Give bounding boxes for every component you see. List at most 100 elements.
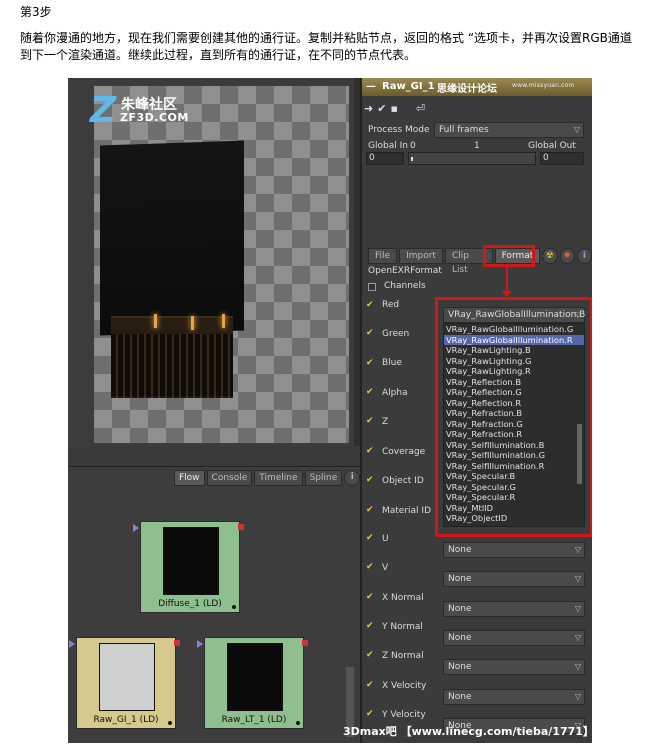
dropdown-value: None <box>448 633 472 643</box>
check-icon[interactable]: ✔ <box>366 621 374 631</box>
channel-dropdown[interactable]: None ▽ <box>443 689 585 705</box>
node-label: Diffuse_1 (LD) <box>158 599 222 609</box>
channel-label: Material ID <box>382 506 432 516</box>
channel-label: Coverage <box>382 447 426 457</box>
channel-label: Y Velocity <box>382 710 426 720</box>
check-icon[interactable]: ✔ <box>366 592 374 602</box>
dropdown-highlight <box>435 297 592 537</box>
info-icon[interactable]: i <box>576 248 592 264</box>
panel-toolbar: ➜ ✔ ▪ ⏎ <box>364 98 425 118</box>
global-range-slider[interactable] <box>408 152 536 165</box>
input-port-icon[interactable] <box>133 524 139 532</box>
channel-label: Green <box>382 329 410 339</box>
channel-label: X Velocity <box>382 681 427 691</box>
tab-import[interactable]: Import <box>399 248 443 264</box>
node-raw-gi[interactable]: Raw_GI_1 (LD) <box>69 637 180 729</box>
tab-spline[interactable]: Spline <box>304 470 343 486</box>
input-port-icon[interactable] <box>69 640 75 648</box>
node-label: Raw_LT_1 (LD) <box>221 715 287 725</box>
check-icon[interactable]: ✔ <box>366 709 374 719</box>
tab-timeline[interactable]: Timeline <box>254 470 303 486</box>
dropdown-arrow-icon: ▽ <box>574 574 581 583</box>
check-icon[interactable]: ✔ <box>366 533 374 543</box>
global-out-field[interactable]: 0 <box>540 152 584 165</box>
range-mid-label: 1 <box>474 141 480 151</box>
node-thumbnail <box>163 527 219 595</box>
node-status-dot <box>232 605 236 609</box>
save-icon[interactable]: ▪ <box>390 102 397 115</box>
tab-console[interactable]: Console <box>206 470 253 486</box>
image-viewer[interactable]: Z 朱峰社区 ZF3D.COM <box>68 78 353 446</box>
dropdown-arrow-icon: ▽ <box>574 633 581 642</box>
channel-dropdown[interactable]: None ▽ <box>443 630 585 646</box>
node-thumbnail <box>99 643 155 711</box>
global-in-field[interactable]: 0 <box>366 152 404 165</box>
radiation-icon[interactable]: ☢ <box>542 248 558 264</box>
tab-file[interactable]: File <box>368 248 398 264</box>
channel-label: Blue <box>382 358 402 368</box>
watermark-cn: 思缘设计论坛 <box>437 84 497 95</box>
tool-panel: — Raw_GI_1 思缘设计论坛 www.missyuan.com ➜ ✔ ▪… <box>360 78 592 743</box>
info-icon[interactable]: i <box>344 470 361 486</box>
step-heading: 第3步 <box>20 5 52 19</box>
channel-dropdown[interactable]: None ▽ <box>443 542 585 558</box>
collapse-icon[interactable]: — <box>366 81 376 92</box>
pin-icon[interactable]: ➜ <box>364 102 373 115</box>
check-icon[interactable]: ✔ <box>366 300 374 310</box>
global-range-row: Global In 0 1 Global Out 0 0 <box>362 140 592 166</box>
dropdown-arrow-icon: ▽ <box>574 662 581 671</box>
node-status-dot <box>296 721 300 725</box>
dropdown-value: None <box>448 604 472 614</box>
check-icon[interactable]: ✔ <box>366 446 374 456</box>
lamp <box>222 314 225 328</box>
node-label: Raw_GI_1 (LD) <box>93 715 159 725</box>
check-icon[interactable]: ✔ <box>366 328 374 338</box>
check-icon[interactable]: ✔ <box>366 475 374 485</box>
check-icon[interactable]: ✔ <box>366 505 374 515</box>
reset-icon[interactable]: ⏎ <box>416 102 425 115</box>
global-out-label: Global Out <box>528 141 576 151</box>
render-building-top <box>100 140 244 336</box>
channel-dropdown[interactable]: None ▽ <box>443 659 585 675</box>
logo-z-icon: Z <box>90 90 117 131</box>
panel-title: Raw_GI_1 <box>382 81 435 92</box>
dropdown-arrow-icon: ▽ <box>573 125 580 134</box>
dropdown-value: None <box>448 692 472 702</box>
channel-dropdown[interactable]: None ▽ <box>443 571 585 587</box>
collapse-toggle-icon[interactable] <box>368 283 376 291</box>
check-icon[interactable]: ✔ <box>366 680 374 690</box>
pick-icon[interactable]: ✔ <box>377 102 386 115</box>
check-icon[interactable]: ✔ <box>366 416 374 426</box>
output-port-icon[interactable] <box>174 640 180 646</box>
check-icon[interactable]: ✔ <box>366 650 374 660</box>
logo-en-text: ZF3D.COM <box>120 111 189 124</box>
instruction-paragraph: 随着你漫通的地方，现在我们需要创建其他的通行证。复制并粘贴节点，返回的格式 “选… <box>20 31 632 62</box>
flow-editor[interactable]: Flow Console Timeline Spline i Diffuse_1… <box>68 466 361 743</box>
node-status-dot <box>168 721 172 725</box>
check-icon[interactable]: ✔ <box>366 562 374 572</box>
node-thumbnail <box>227 643 283 711</box>
gear-icon[interactable]: ✹ <box>559 248 575 264</box>
channel-label: Alpha <box>382 388 408 398</box>
process-mode-dropdown[interactable]: Full frames ▽ <box>434 122 584 138</box>
panel-tabs: File Import Clip List Format ☢ ✹ i <box>368 248 592 275</box>
tab-flow[interactable]: Flow <box>174 470 205 486</box>
zf3d-logo: Z 朱峰社区 ZF3D.COM <box>88 90 208 131</box>
lamp <box>191 316 194 330</box>
render-building-base <box>111 316 233 398</box>
output-port-icon[interactable] <box>302 640 308 646</box>
process-mode-label: Process Mode <box>368 125 430 135</box>
dropdown-value: None <box>448 545 472 555</box>
output-port-icon[interactable] <box>238 524 244 530</box>
global-in-label: Global In <box>368 141 408 151</box>
channel-label: Red <box>382 300 400 310</box>
channel-dropdown[interactable]: None ▽ <box>443 601 585 617</box>
panel-titlebar[interactable]: — Raw_GI_1 思缘设计论坛 www.missyuan.com <box>362 78 592 96</box>
check-icon[interactable]: ✔ <box>366 387 374 397</box>
node-raw-lt[interactable]: Raw_LT_1 (LD) <box>197 637 308 729</box>
check-icon[interactable]: ✔ <box>366 358 374 368</box>
node-diffuse[interactable]: Diffuse_1 (LD) <box>133 521 244 613</box>
dropdown-arrow-icon: ▽ <box>574 604 581 613</box>
dropdown-arrow-icon: ▽ <box>574 545 581 554</box>
input-port-icon[interactable] <box>197 640 203 648</box>
